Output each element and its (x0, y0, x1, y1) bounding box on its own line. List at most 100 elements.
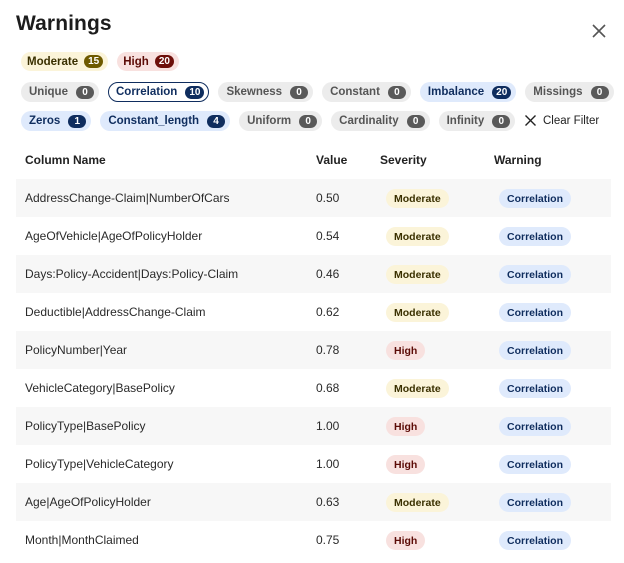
warning-badge: Correlation (499, 227, 572, 246)
warning-type-filter-bar: Zeros 1 Constant_length 4 Uniform 0 Cardinalit… (21, 111, 516, 131)
warning-badge: Correlation (499, 379, 572, 398)
filter-chip-label: Uniform (247, 115, 292, 127)
table-row[interactable]: AddressChange-Claim|NumberOfCars 0.50 Mode… (16, 179, 611, 217)
table-header: Column Name Value Severity Warning (16, 150, 611, 172)
filter-chip-label: Cardinality (339, 115, 399, 127)
close-button[interactable] (590, 22, 608, 40)
warning-badge: Correlation (499, 303, 572, 322)
filter-chip-count: 1 (68, 114, 87, 128)
severity-badge: Moderate (386, 265, 449, 284)
severity-filter-bar: Moderate 15 High 20 (21, 52, 179, 71)
clear-filter-button[interactable]: Clear Filter (524, 114, 599, 127)
filter-chip-skewness[interactable]: Skewness 0 (218, 82, 314, 102)
filter-chip-label: Constant_length (108, 115, 200, 127)
column-header-column-name[interactable]: Column Name (25, 153, 106, 167)
severity-badge: Moderate (386, 227, 449, 246)
severity-badge: High (386, 531, 426, 550)
filter-chip-infinity[interactable]: Infinity 0 (438, 111, 516, 131)
column-header-value[interactable]: Value (316, 153, 347, 167)
filter-chip-constant-length[interactable]: Constant_length 4 (100, 111, 231, 131)
severity-badge: High (386, 455, 426, 474)
cell-column-name: AddressChange-Claim|NumberOfCars (25, 191, 230, 205)
close-icon (525, 115, 536, 126)
filter-chip-correlation[interactable]: Correlation 10 (107, 82, 210, 102)
cell-value: 0.68 (316, 381, 340, 395)
column-header-severity[interactable]: Severity (380, 153, 427, 167)
cell-column-name: VehicleCategory|BasePolicy (25, 381, 175, 395)
cell-value: 0.78 (316, 343, 340, 357)
severity-filter-high[interactable]: High 20 (117, 52, 179, 71)
cell-value: 1.00 (316, 419, 340, 433)
filter-chip-zeros[interactable]: Zeros 1 (21, 111, 92, 131)
severity-filter-moderate[interactable]: Moderate 15 (21, 52, 109, 71)
filter-chip-label: Zeros (29, 115, 61, 127)
warnings-table-body: AddressChange-Claim|NumberOfCars 0.50 Mode… (16, 179, 611, 559)
cell-column-name: PolicyNumber|Year (25, 343, 128, 357)
page-title: Warnings (16, 12, 112, 35)
table-row[interactable]: VehicleCategory|BasePolicy 0.68 Moderate Co… (16, 369, 611, 407)
cell-value: 0.75 (316, 533, 340, 547)
filter-chip-count: 10 (185, 85, 205, 99)
filter-chip-label: Correlation (115, 86, 178, 98)
severity-filter-count: 15 (84, 55, 104, 68)
table-row[interactable]: Deductible|AddressChange-Claim 0.62 Modera… (16, 293, 611, 331)
filter-chip-label: Unique (29, 86, 68, 98)
severity-badge: Moderate (386, 303, 449, 322)
table-row[interactable]: Age|AgeOfPolicyHolder 0.63 Moderate Correla… (16, 483, 611, 521)
cell-column-name: Age|AgeOfPolicyHolder (25, 495, 151, 509)
warning-badge: Correlation (499, 493, 572, 512)
severity-filter-count: 20 (154, 55, 174, 68)
warning-badge: Correlation (499, 265, 572, 284)
filter-chip-count: 0 (299, 114, 318, 128)
table-row[interactable]: PolicyType|BasePolicy 1.00 High Correlation (16, 407, 611, 445)
table-row[interactable]: AgeOfVehicle|AgeOfPolicyHolder 0.54 Modera… (16, 217, 611, 255)
warning-badge: Correlation (499, 455, 572, 474)
cell-column-name: PolicyType|VehicleCategory (25, 457, 174, 471)
cell-column-name: AgeOfVehicle|AgeOfPolicyHolder (25, 229, 203, 243)
filter-chip-count: 0 (75, 85, 94, 99)
cell-column-name: Month|MonthClaimed (25, 533, 139, 547)
cell-value: 0.63 (316, 495, 340, 509)
filter-chip-constant[interactable]: Constant 0 (322, 82, 411, 102)
cell-value: 0.62 (316, 305, 340, 319)
filter-chip-uniform[interactable]: Uniform 0 (239, 111, 323, 131)
cell-column-name: Days:Policy-Accident|Days:Policy-Claim (25, 267, 239, 281)
filter-chip-count: 0 (387, 85, 406, 99)
filter-chip-count: 0 (290, 85, 309, 99)
table-row[interactable]: PolicyNumber|Year 0.78 High Correlation (16, 331, 611, 369)
cell-value: 0.50 (316, 191, 340, 205)
warning-badge: Correlation (499, 531, 572, 550)
table-row[interactable]: PolicyType|VehicleCategory 1.00 High Correl… (16, 445, 611, 483)
warning-badge: Correlation (499, 189, 572, 208)
severity-badge: Moderate (386, 379, 449, 398)
cell-column-name: PolicyType|BasePolicy (25, 419, 146, 433)
cell-value: 0.54 (316, 229, 340, 243)
filter-chip-label: Constant (330, 86, 380, 98)
warning-type-filter-bar: Unique 0 Correlation 10 Skewness 0 Constant 0 Im… (21, 82, 614, 102)
filter-chip-count: 20 (492, 85, 512, 99)
column-header-warning[interactable]: Warning (494, 153, 542, 167)
filter-chip-imbalance[interactable]: Imbalance 20 (419, 82, 517, 102)
cell-value: 1.00 (316, 457, 340, 471)
filter-chip-cardinality[interactable]: Cardinality 0 (331, 111, 430, 131)
close-icon (592, 24, 606, 38)
table-row[interactable]: Month|MonthClaimed 0.75 High Correlation (16, 521, 611, 559)
cell-column-name: Deductible|AddressChange-Claim (25, 305, 206, 319)
severity-filter-label: Moderate (27, 55, 79, 68)
severity-badge: High (386, 417, 426, 436)
warning-badge: Correlation (499, 341, 572, 360)
severity-filter-label: High (123, 55, 149, 68)
table-row[interactable]: Days:Policy-Accident|Days:Policy-Claim 0.… (16, 255, 611, 293)
filter-chip-label: Missings (533, 86, 583, 98)
filter-chip-label: Skewness (226, 86, 283, 98)
filter-chip-missings[interactable]: Missings 0 (525, 82, 614, 102)
filter-chip-label: Infinity (446, 115, 485, 127)
filter-chip-count: 0 (492, 114, 511, 128)
warning-badge: Correlation (499, 417, 572, 436)
filter-chip-label: Imbalance (427, 86, 485, 98)
clear-filter-label: Clear Filter (543, 114, 600, 127)
filter-chip-unique[interactable]: Unique 0 (21, 82, 99, 102)
filter-chip-count: 0 (590, 85, 609, 99)
severity-badge: Moderate (386, 493, 449, 512)
cell-value: 0.46 (316, 267, 340, 281)
